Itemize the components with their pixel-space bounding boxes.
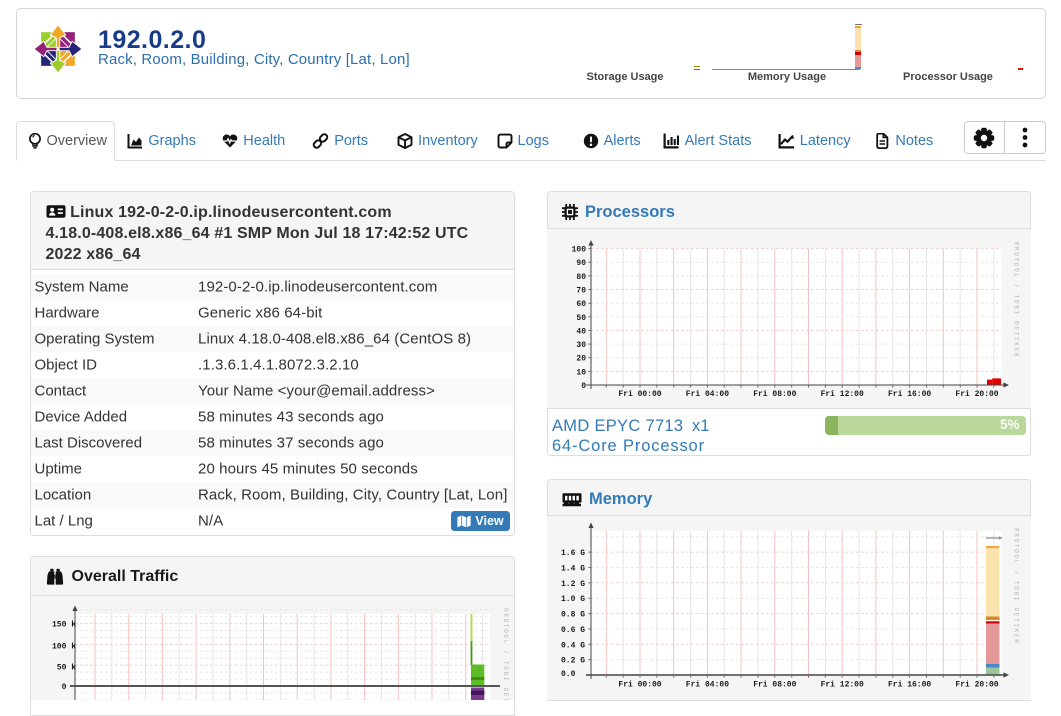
svg-text:60: 60	[576, 300, 586, 309]
svg-text:0.8 G: 0.8 G	[561, 611, 585, 620]
svg-text:0.6 G: 0.6 G	[561, 626, 585, 635]
svg-text:RRDTOOL / TOBI OETIKER: RRDTOOL / TOBI OETIKER	[1013, 242, 1020, 359]
svg-text:50 k: 50 k	[52, 663, 76, 672]
svg-text:RRDTOOL / TOBI OETIKER: RRDTOOL / TOBI OETIKER	[502, 608, 509, 700]
svg-text:40: 40	[576, 327, 586, 336]
svg-text:80: 80	[576, 273, 586, 282]
svg-text:0: 0	[52, 683, 67, 692]
svg-text:0.2 G: 0.2 G	[561, 657, 585, 666]
svg-text:Fri 12:00: Fri 12:00	[821, 681, 864, 690]
svg-text:Fri 12:00: Fri 12:00	[821, 390, 864, 399]
svg-text:10: 10	[576, 368, 586, 377]
svg-text:Fri 04:00: Fri 04:00	[686, 390, 729, 399]
svg-text:90: 90	[576, 259, 586, 268]
svg-text:100 k: 100 k	[52, 643, 76, 652]
svg-text:1.2 G: 1.2 G	[561, 580, 585, 589]
svg-text:Fri 16:00: Fri 16:00	[888, 390, 931, 399]
svg-text:0.0: 0.0	[561, 670, 576, 679]
svg-text:Fri 04:00: Fri 04:00	[686, 681, 729, 690]
svg-text:70: 70	[576, 287, 586, 296]
svg-text:150 k: 150 k	[52, 621, 76, 630]
svg-text:Fri 20:00: Fri 20:00	[955, 681, 998, 690]
svg-text:RRDTOOL / TOBI OETIKER: RRDTOOL / TOBI OETIKER	[1013, 528, 1020, 645]
svg-text:50: 50	[576, 314, 586, 323]
svg-text:Fri 20:00: Fri 20:00	[955, 390, 998, 399]
svg-text:Fri 08:00: Fri 08:00	[753, 681, 796, 690]
svg-text:Fri 00:00: Fri 00:00	[618, 681, 661, 690]
svg-text:0.4 G: 0.4 G	[561, 641, 585, 650]
svg-text:Fri 16:00: Fri 16:00	[888, 681, 931, 690]
svg-text:30: 30	[576, 341, 586, 350]
svg-text:100: 100	[572, 246, 587, 255]
svg-text:1.6 G: 1.6 G	[561, 549, 585, 558]
svg-text:Fri 00:00: Fri 00:00	[618, 390, 661, 399]
svg-text:20: 20	[576, 355, 586, 364]
svg-text:1.4 G: 1.4 G	[561, 565, 585, 574]
svg-text:1.0 G: 1.0 G	[561, 595, 585, 604]
svg-text:0: 0	[581, 382, 586, 391]
svg-text:Fri 08:00: Fri 08:00	[753, 390, 796, 399]
